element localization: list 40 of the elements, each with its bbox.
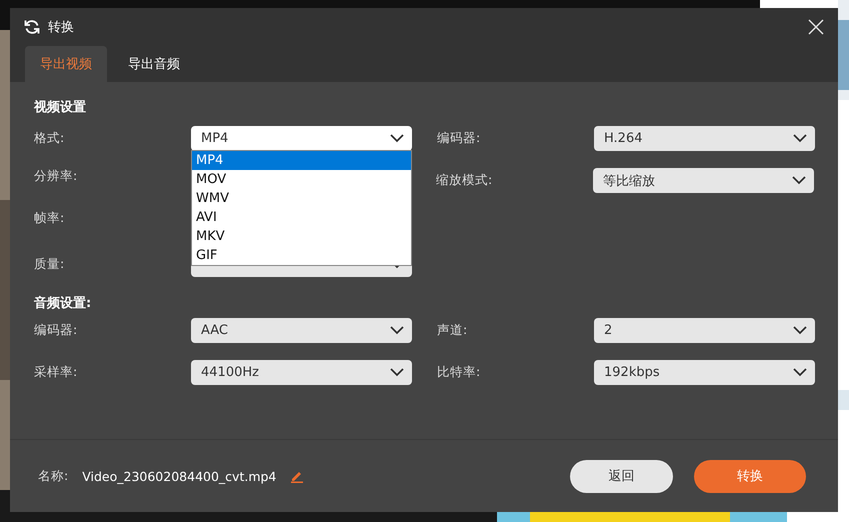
chevron-down-icon [390, 326, 404, 335]
field-label: 声道: [437, 322, 468, 339]
section-heading: 音频设置: [34, 294, 92, 312]
dropdown-option[interactable]: MOV [192, 170, 411, 189]
pencil-icon[interactable] [290, 469, 304, 483]
dropdown-option[interactable]: GIF [192, 246, 411, 265]
dropdown[interactable]: MP4 [191, 126, 412, 151]
chevron-down-icon [792, 176, 806, 185]
tab[interactable]: 导出音频 [113, 46, 195, 82]
button[interactable]: 返回 [570, 460, 673, 492]
dropdown[interactable]: AAC [191, 318, 412, 343]
field-label: 质量: [34, 256, 66, 273]
dropdown[interactable]: 2 [594, 318, 815, 343]
dropdown-option[interactable]: MP4 [192, 151, 411, 170]
field-label: 采样率: [34, 364, 78, 381]
window-title: 转换 [48, 19, 74, 36]
chevron-down-icon [793, 134, 807, 143]
dropdown[interactable]: 192kbps [594, 360, 815, 385]
dropdown-option[interactable]: AVI [192, 208, 411, 227]
file-name: Video_230602084400_cvt.mp4 [82, 468, 276, 484]
chevron-down-icon [390, 368, 404, 377]
field-label: 格式: [34, 130, 66, 147]
field-label: 编码器: [437, 130, 482, 147]
dropdown[interactable]: 44100Hz [191, 360, 412, 385]
dropdown[interactable]: H.264 [594, 126, 815, 151]
chevron-down-icon [390, 134, 404, 143]
name-label: 名称: [38, 468, 68, 484]
chevron-down-icon [793, 368, 807, 377]
field-label: 分辨率: [34, 168, 78, 185]
section-heading: 视频设置 [34, 99, 87, 116]
dropdown[interactable]: 等比缩放 [593, 168, 814, 193]
field-label: 帧率: [34, 210, 66, 227]
refresh-icon [24, 19, 40, 35]
field-label: 缩放模式: [436, 172, 494, 189]
field-label: 比特率: [437, 364, 482, 381]
dropdown-option[interactable]: WMV [192, 189, 411, 208]
dropdown-option[interactable]: MKV [192, 227, 411, 246]
chevron-down-icon [793, 326, 807, 335]
close-icon[interactable] [808, 19, 824, 35]
field-label: 编码器: [34, 322, 78, 339]
